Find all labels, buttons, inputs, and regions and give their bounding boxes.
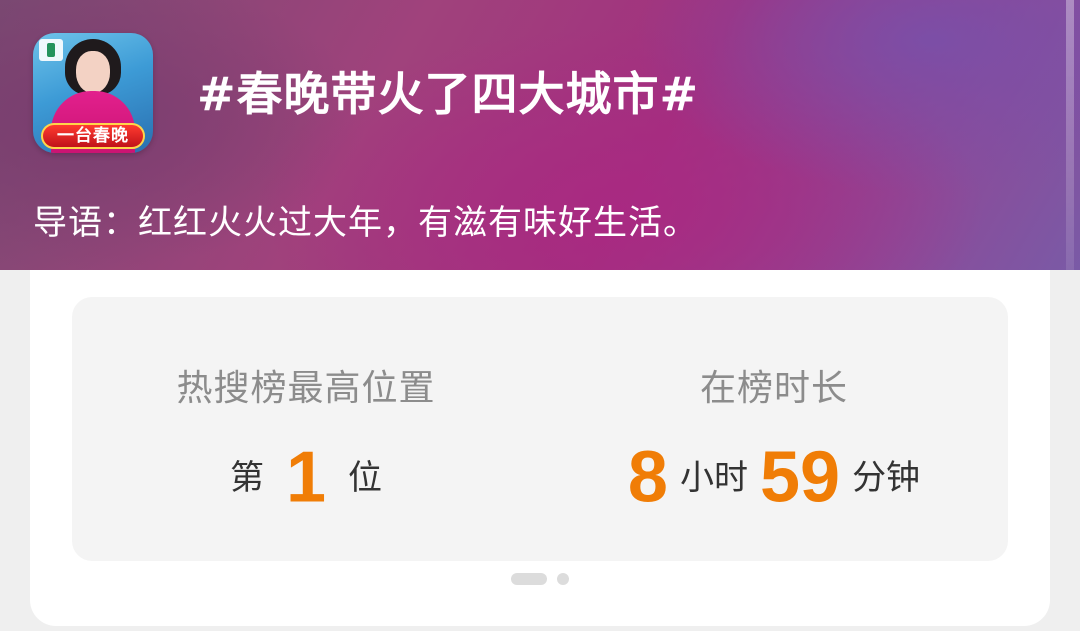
topic-lead: 导语：红红火火过大年，有滋有味好生活。 [33,203,698,243]
stat-duration-value: 8 小时 59 分钟 [540,437,1008,518]
stat-duration-label: 在榜时长 [699,368,848,409]
stat-duration-hours: 8 [627,437,668,518]
topic-header: 一台春晚 #春晚带火了四大城市# 导语：红红火火过大年，有滋有味好生活。 [0,0,1080,270]
scroll-indicator [1066,0,1074,270]
pager-dot[interactable] [557,573,569,585]
stats-panel: 热搜榜最高位置 第1位 在榜时长 8 小时 59 分钟 [72,297,1008,561]
stat-duration-hours-unit: 小时 [679,457,748,498]
avatar-badge: 一台春晚 [41,123,145,149]
stat-peak-label: 热搜榜最高位置 [176,368,436,409]
stat-peak-position: 热搜榜最高位置 第1位 [72,297,540,561]
stat-peak-suffix: 位 [348,457,383,498]
topic-title: #春晚带火了四大城市# [197,67,700,121]
pager-dot-active[interactable] [511,573,547,585]
topic-page: 一台春晚 #春晚带火了四大城市# 导语：红红火火过大年，有滋有味好生活。 热搜榜… [0,0,1080,631]
pager-dots [0,572,1080,586]
channel-logo-icon [39,39,63,61]
topic-avatar[interactable]: 一台春晚 [33,33,153,153]
stat-duration: 在榜时长 8 小时 59 分钟 [540,297,1008,561]
stat-peak-number: 1 [285,437,327,518]
stat-peak-value: 第1位 [72,437,540,518]
stat-peak-prefix: 第 [229,457,264,498]
avatar-figure-face [76,51,110,93]
stat-duration-minutes: 59 [759,437,841,518]
stat-duration-minutes-unit: 分钟 [852,457,921,498]
